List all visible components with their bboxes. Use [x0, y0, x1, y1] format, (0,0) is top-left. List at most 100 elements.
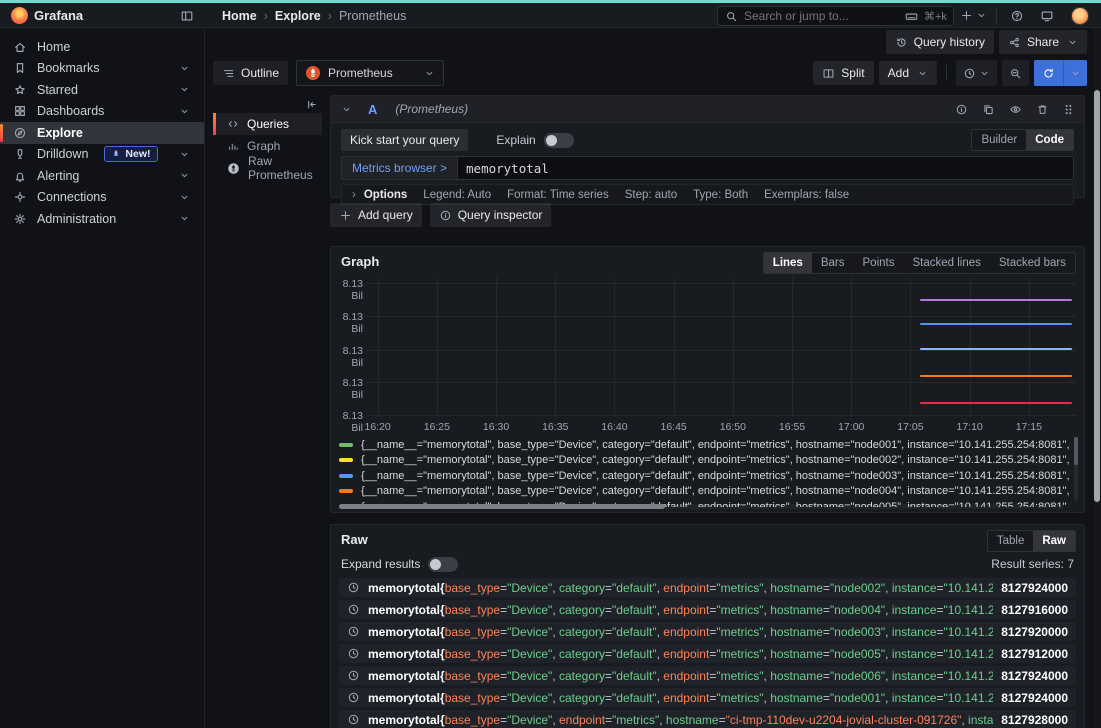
- label-key: category: [559, 581, 605, 595]
- sidebar-item-bookmarks[interactable]: Bookmarks: [0, 58, 204, 80]
- datasource-picker[interactable]: Prometheus: [296, 60, 444, 86]
- app-title: Grafana: [34, 8, 83, 23]
- label-key: instance: [892, 691, 937, 705]
- legend-item[interactable]: {__name__="memorytotal", base_type="Devi…: [339, 453, 1070, 469]
- raw-series-row[interactable]: memorytotal{base_type="Device", category…: [339, 666, 1076, 685]
- chevron-down-icon: [424, 68, 435, 79]
- avatar[interactable]: [1071, 7, 1089, 25]
- raw-mode-table[interactable]: Table: [988, 531, 1034, 551]
- label-key: hostname: [666, 713, 719, 727]
- series-value: 8127920000: [1001, 625, 1068, 639]
- sidebar-item-dashboards[interactable]: Dashboards: [0, 101, 204, 123]
- collapse-pane-icon[interactable]: [305, 98, 318, 111]
- time-range-picker[interactable]: [956, 60, 997, 86]
- sidebar-item-administration[interactable]: Administration: [0, 208, 204, 230]
- raw-series-row[interactable]: memorytotal{base_type="Device", category…: [339, 688, 1076, 707]
- search-input[interactable]: [744, 9, 899, 23]
- x-tick-label: 16:20: [364, 421, 390, 433]
- graph-mode-points[interactable]: Points: [854, 253, 904, 273]
- legend-item[interactable]: {__name__="memorytotal", base_type="Devi…: [339, 437, 1070, 453]
- explore-nav-raw-prometheus[interactable]: Raw Prometheus: [213, 157, 322, 179]
- legend-horizontal-scrollbar[interactable]: [339, 504, 1064, 509]
- sidebar-item-home[interactable]: Home: [0, 36, 204, 58]
- window-scrollbar[interactable]: [1093, 28, 1101, 728]
- new-menu-button[interactable]: [960, 9, 987, 22]
- equals: =: [937, 647, 944, 661]
- search-box[interactable]: ⌘+k: [717, 6, 954, 26]
- label-value: "default": [612, 669, 657, 683]
- zoom-out-button[interactable]: [1002, 60, 1029, 86]
- graph-mode-lines[interactable]: Lines: [764, 253, 812, 273]
- label-key: category: [559, 603, 605, 617]
- breadcrumb-item[interactable]: Home: [222, 9, 257, 23]
- query-history-button[interactable]: Query history: [886, 30, 994, 54]
- raw-series-row[interactable]: memorytotal{base_type="Device", endpoint…: [339, 710, 1076, 728]
- explain-label: Explain: [496, 133, 535, 147]
- add-query-button[interactable]: Add query: [330, 203, 422, 227]
- graph-mode-stacked-bars[interactable]: Stacked bars: [990, 253, 1075, 273]
- legend-label: {__name__="memorytotal", base_type="Devi…: [361, 439, 1070, 451]
- legend-item[interactable]: {__name__="memorytotal", base_type="Devi…: [339, 484, 1070, 500]
- explore-nav-label: Queries: [247, 117, 289, 131]
- explain-toggle[interactable]: [544, 133, 574, 148]
- drag-handle-icon[interactable]: [1063, 103, 1074, 116]
- sidebar-item-explore[interactable]: Explore: [0, 122, 204, 144]
- grafana-logo-icon[interactable]: [11, 7, 28, 24]
- label-value: "default": [612, 603, 657, 617]
- chevron-down-icon: [1067, 37, 1078, 48]
- x-tick-label: 16:55: [779, 421, 805, 433]
- sidebar-item-starred[interactable]: Starred: [0, 79, 204, 101]
- kick-start-query-button[interactable]: Kick start your query: [341, 129, 468, 151]
- editor-mode-code[interactable]: Code: [1026, 130, 1073, 150]
- raw-series-row[interactable]: memorytotal{base_type="Device", category…: [339, 644, 1076, 663]
- chevron-down-icon[interactable]: [341, 104, 352, 115]
- run-query-button[interactable]: [1034, 60, 1087, 86]
- raw-mode-raw[interactable]: Raw: [1033, 531, 1075, 551]
- split-button[interactable]: Split: [813, 61, 873, 85]
- sidebar-item-alerting[interactable]: Alerting: [0, 165, 204, 187]
- graph-mode-stacked-lines[interactable]: Stacked lines: [903, 253, 989, 273]
- sidebar-item-drilldown[interactable]: DrilldownNew!: [0, 144, 204, 166]
- add-button[interactable]: Add: [879, 61, 937, 85]
- label-value: "node003": [830, 625, 885, 639]
- sidebar-item-connections[interactable]: Connections: [0, 187, 204, 209]
- breadcrumb-item[interactable]: Explore: [275, 9, 321, 23]
- editor-mode-builder[interactable]: Builder: [972, 130, 1026, 150]
- raw-series-row[interactable]: memorytotal{base_type="Device", category…: [339, 622, 1076, 641]
- mega-menu-toggle-icon[interactable]: [180, 9, 194, 23]
- explore-nav-label: Raw Prometheus: [248, 154, 322, 182]
- x-tick-label: 17:10: [957, 421, 983, 433]
- legend-vertical-scrollbar[interactable]: [1074, 437, 1078, 501]
- info-icon[interactable]: [955, 103, 968, 116]
- x-tick-label: 17:05: [897, 421, 923, 433]
- legend-item[interactable]: {__name__="memorytotal", base_type="Devi…: [339, 468, 1070, 484]
- duplicate-query-icon[interactable]: [982, 103, 995, 116]
- query-inspector-button[interactable]: Query inspector: [430, 203, 552, 227]
- label-key: instance: [892, 625, 937, 639]
- news-monitor-button[interactable]: [1040, 9, 1054, 23]
- query-expression-input[interactable]: [457, 156, 1074, 180]
- outline-button[interactable]: Outline: [213, 61, 288, 85]
- label-key: instance: [892, 581, 937, 595]
- label-value: "Device": [507, 669, 552, 683]
- breadcrumb-item[interactable]: Prometheus: [339, 9, 406, 23]
- share-button[interactable]: Share: [999, 30, 1087, 54]
- help-button[interactable]: [1010, 9, 1024, 23]
- explore-nav-queries[interactable]: Queries: [213, 113, 322, 135]
- options-type: Type: Both: [693, 189, 748, 201]
- y-tick-label: 8.13 Bil: [335, 410, 363, 434]
- graph-mode-bars[interactable]: Bars: [812, 253, 854, 273]
- raw-series-row[interactable]: memorytotal{base_type="Device", category…: [339, 578, 1076, 597]
- label-key: hostname: [770, 669, 823, 683]
- raw-series-row[interactable]: memorytotal{base_type="Device", category…: [339, 600, 1076, 619]
- main-nav-sidebar: HomeBookmarksStarredDashboardsExploreDri…: [0, 28, 205, 728]
- top-navbar: Grafana Home›Explore›Prometheus ⌘+k: [0, 3, 1101, 28]
- remove-query-icon[interactable]: [1036, 103, 1049, 116]
- raw-series-text: memorytotal{base_type="Device", category…: [368, 581, 993, 595]
- raw-title: Raw: [341, 532, 368, 547]
- query-options-row[interactable]: › Options Legend: Auto Format: Time seri…: [341, 184, 1074, 205]
- expand-results-toggle[interactable]: [428, 557, 458, 572]
- hide-query-icon[interactable]: [1009, 103, 1022, 116]
- label-separator: ,: [885, 669, 892, 683]
- metrics-browser-link[interactable]: Metrics browser >: [341, 156, 457, 180]
